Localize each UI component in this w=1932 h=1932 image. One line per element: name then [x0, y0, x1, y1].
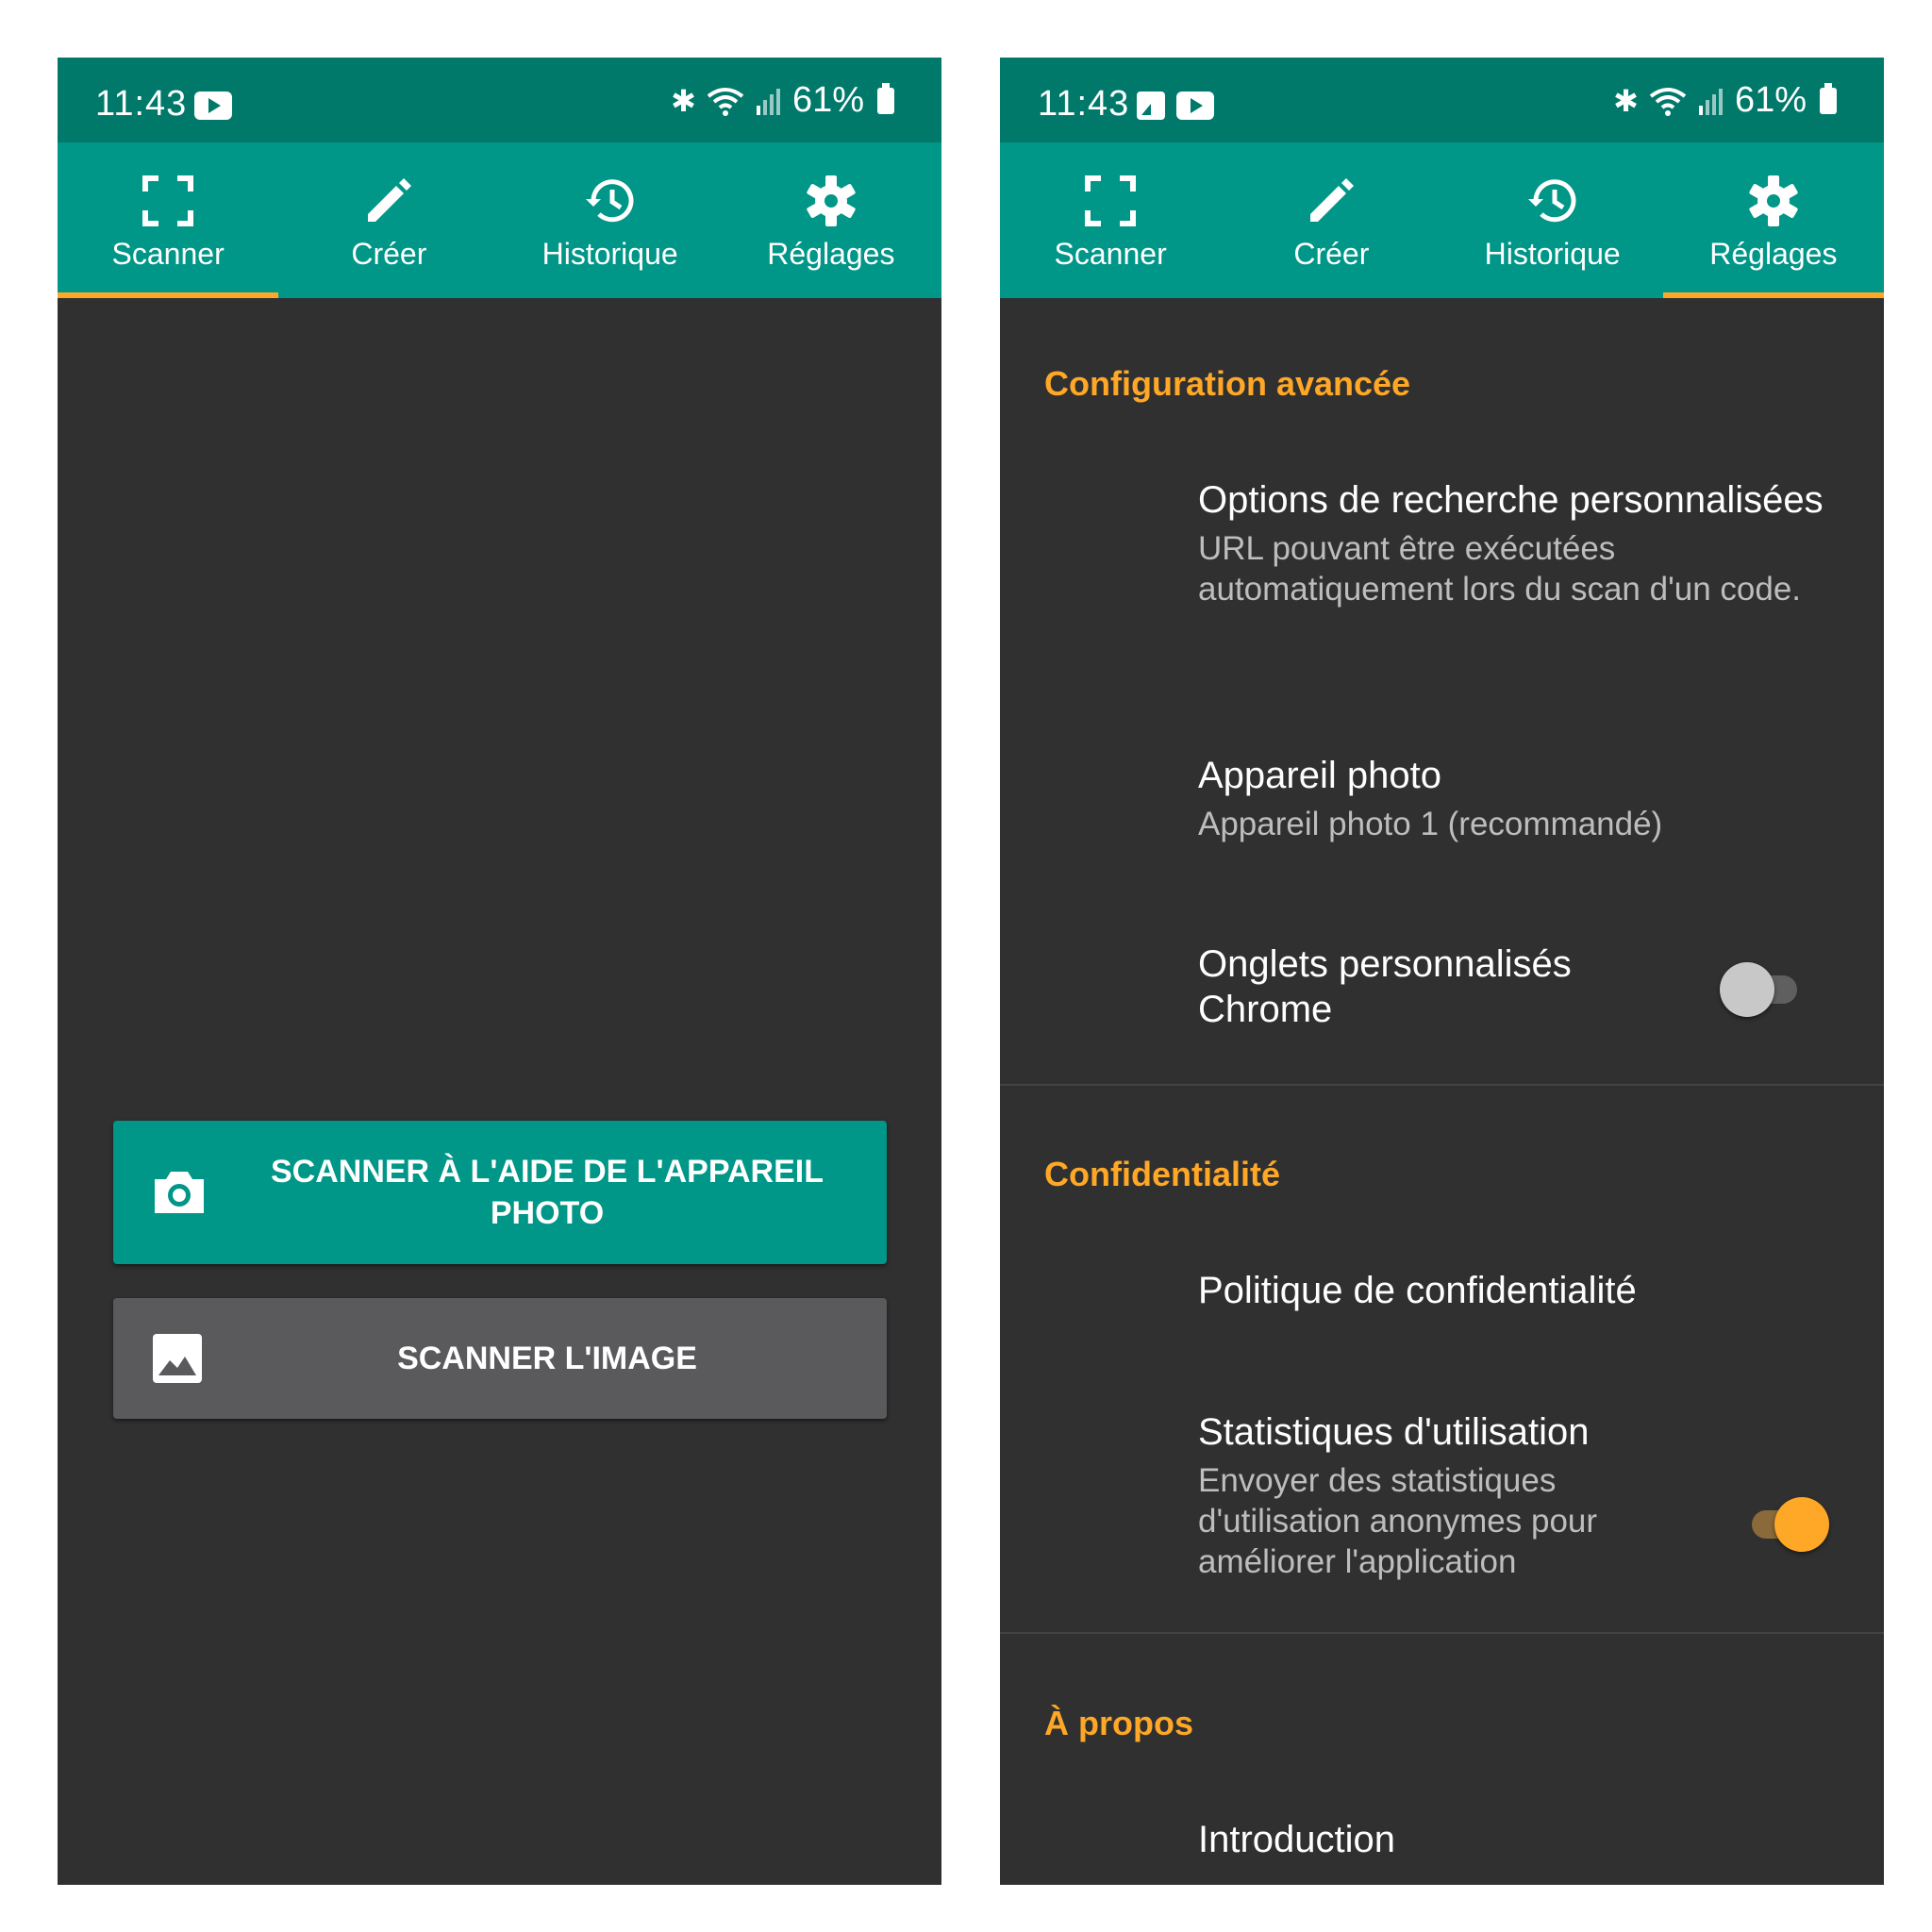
section-title-privacy: Confidentialité: [1044, 1155, 1280, 1193]
signal-icon: [756, 88, 780, 115]
tab-label: Historique: [541, 237, 678, 271]
tab-history[interactable]: Historique: [1442, 142, 1663, 298]
tab-label: Réglages: [1709, 237, 1838, 271]
tab-label: Scanner: [111, 237, 225, 271]
tab-create[interactable]: Créer: [1221, 142, 1441, 298]
pref-title: Appareil photo: [1198, 755, 1441, 796]
tab-scanner[interactable]: Scanner: [58, 142, 279, 298]
tab-bar: Scanner Créer Historique Réglages: [1000, 142, 1884, 298]
tab-scanner[interactable]: Scanner: [1000, 142, 1221, 298]
toggle-thumb: [1774, 1497, 1829, 1552]
pref-summary: Envoyer des statistiques d'utilisation a…: [1198, 1462, 1598, 1580]
status-time: 11:43: [95, 84, 188, 124]
pref-search-options[interactable]: Options de recherche personnalisées URL …: [1198, 477, 1846, 609]
tab-bar: Scanner Créer Historique Réglages: [58, 142, 941, 298]
history-icon: [585, 179, 634, 223]
scan-image-button[interactable]: SCANNER L'IMAGE: [113, 1298, 887, 1419]
tab-history[interactable]: Historique: [500, 142, 721, 298]
pencil-icon: [368, 178, 412, 222]
bluetooth-icon: ✱: [671, 83, 696, 118]
tab-label: Créer: [1293, 237, 1370, 271]
pref-summary: URL pouvant être exécutées automatiqueme…: [1198, 530, 1802, 608]
pencil-icon: [1310, 178, 1355, 222]
tab-label: Créer: [351, 237, 427, 271]
toggle-thumb: [1720, 962, 1774, 1017]
signal-icon: [1698, 88, 1723, 115]
section-title-about: À propos: [1044, 1704, 1193, 1742]
pref-camera[interactable]: Appareil photo Appareil photo 1 (recomma…: [1198, 753, 1846, 844]
youtube-notification-icon: [194, 92, 232, 120]
usage-stats-toggle[interactable]: [1739, 1497, 1829, 1552]
section-divider: [1000, 1084, 1884, 1086]
scan-frame-icon: [1085, 175, 1137, 226]
pref-title: Options de recherche personnalisées: [1198, 479, 1824, 521]
battery-percent: 61%: [1734, 80, 1807, 120]
pref-privacy-policy[interactable]: Politique de confidentialité: [1198, 1268, 1846, 1313]
battery-icon: [1820, 82, 1837, 114]
pref-introduction[interactable]: Introduction: [1198, 1817, 1846, 1862]
status-time: 11:43: [1038, 84, 1130, 124]
scanner-screen: 11:43 ✱ 61% Scanner Créer Historique Rég…: [58, 58, 941, 1885]
scan-with-camera-button[interactable]: SCANNER À L'AIDE DE L'APPAREIL PHOTO: [113, 1121, 887, 1264]
wifi-icon: [707, 87, 744, 116]
button-label: SCANNER À L'AIDE DE L'APPAREIL PHOTO: [270, 1154, 824, 1231]
section-title-advanced: Configuration avancée: [1044, 364, 1411, 403]
chrome-tabs-toggle[interactable]: [1720, 962, 1810, 1017]
pref-title: Statistiques d'utilisation: [1198, 1411, 1590, 1453]
gallery-notification-icon: [1137, 92, 1165, 120]
pref-usage-stats[interactable]: Statistiques d'utilisation Envoyer des s…: [1198, 1409, 1676, 1582]
history-icon: [1527, 179, 1576, 223]
battery-icon: [877, 82, 894, 114]
section-divider: [1000, 1632, 1884, 1634]
pref-title: Politique de confidentialité: [1198, 1270, 1637, 1311]
scan-frame-icon: [142, 175, 194, 226]
camera-icon: [155, 1172, 204, 1213]
gear-icon: [807, 175, 856, 226]
tab-settings[interactable]: Réglages: [1662, 142, 1884, 298]
bluetooth-icon: ✱: [1613, 83, 1639, 118]
pref-title: Introduction: [1198, 1819, 1396, 1860]
tab-label: Réglages: [767, 237, 895, 271]
wifi-icon: [1649, 87, 1687, 116]
pref-title: Onglets personnalisés Chrome: [1198, 943, 1572, 1030]
battery-percent: 61%: [791, 80, 864, 120]
pref-chrome-tabs[interactable]: Onglets personnalisés Chrome: [1198, 941, 1676, 1032]
pref-summary: Appareil photo 1 (recommandé): [1198, 806, 1663, 842]
youtube-notification-icon: [1176, 92, 1214, 120]
button-label: SCANNER L'IMAGE: [397, 1341, 697, 1376]
status-bar: 11:43 ✱ 61%: [1000, 58, 1884, 142]
tab-settings[interactable]: Réglages: [721, 142, 941, 298]
tab-create[interactable]: Créer: [278, 142, 499, 298]
settings-screen: 11:43 ✱ 61% Scanner Créer Historique Rég…: [1000, 58, 1884, 1885]
tab-label: Historique: [1484, 237, 1621, 271]
status-bar: 11:43 ✱ 61%: [58, 58, 941, 142]
image-icon: [153, 1334, 202, 1383]
gear-icon: [1749, 175, 1798, 226]
tab-label: Scanner: [1054, 237, 1167, 271]
